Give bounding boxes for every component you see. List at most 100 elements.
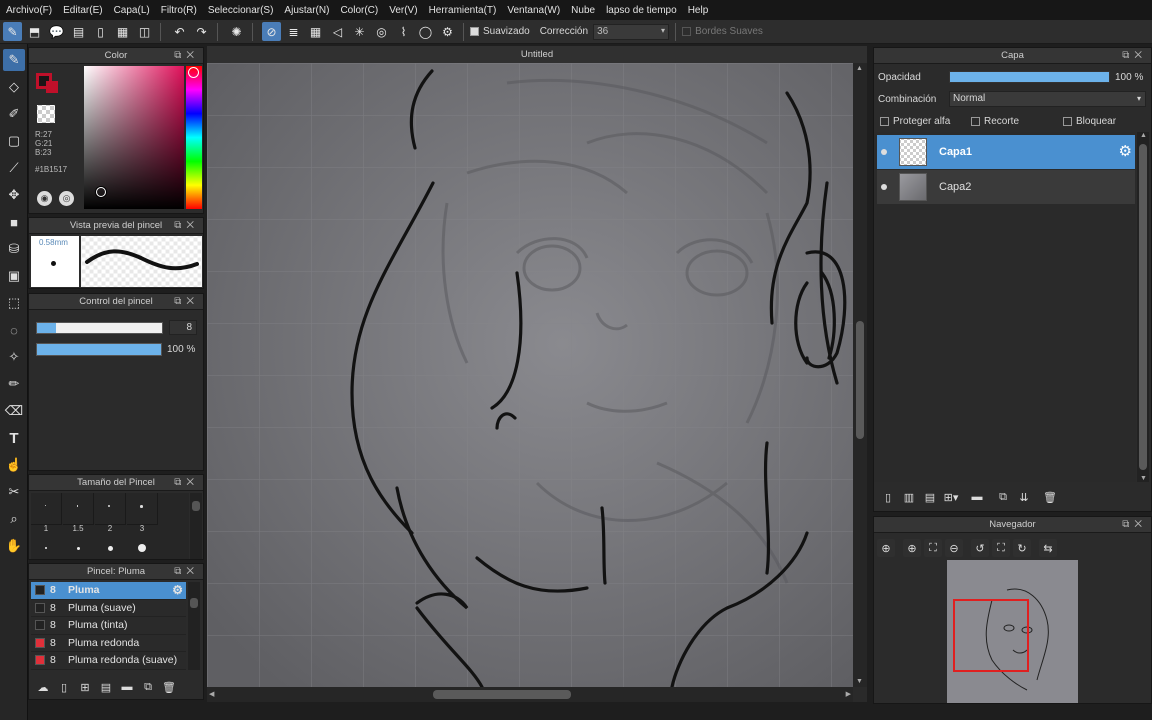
menu-item[interactable]: Filtro(R)	[161, 5, 197, 16]
menu-item[interactable]: Help	[688, 5, 709, 16]
hand-tool-icon[interactable]: ✋	[3, 535, 25, 557]
layer-row-capa2[interactable]: Capa2	[877, 170, 1135, 204]
brush-settings-icon[interactable]: ▤	[97, 678, 115, 696]
brush-list-scroll-thumb[interactable]	[190, 598, 198, 608]
protect-alpha-checkbox[interactable]	[880, 117, 889, 126]
bucket-tool-icon[interactable]: ⛁	[3, 238, 25, 260]
brush-size-cell[interactable]: 1	[31, 493, 62, 533]
edit-line-tool-icon[interactable]: ⟋	[3, 157, 25, 179]
visibility-icon[interactable]	[881, 184, 887, 190]
brush-size-value[interactable]: 8	[169, 320, 197, 335]
flip-horizontal-icon[interactable]: ⇆	[1039, 539, 1057, 557]
perspective-snap-icon[interactable]: ◁	[328, 22, 347, 41]
circle-snap-icon[interactable]: ◯	[416, 22, 435, 41]
correction-select[interactable]: 36 ▾	[593, 23, 670, 40]
menu-item[interactable]: Ver(V)	[389, 5, 417, 16]
pen-mode-icon[interactable]: ✎	[3, 22, 22, 41]
horizontal-scroll-thumb[interactable]	[433, 690, 571, 699]
brush-list-item[interactable]: 8 Pluma (tinta)	[31, 617, 186, 635]
radial-snap-icon[interactable]: ✳	[350, 22, 369, 41]
add-brush-icon[interactable]: ⊞	[76, 678, 94, 696]
blend-mode-select[interactable]: Normal ▾	[949, 91, 1146, 107]
gradient-tool-icon[interactable]: ▣	[3, 265, 25, 287]
soft-edges-checkbox[interactable]	[682, 27, 692, 36]
brush-size-cell[interactable]: 1.5	[63, 493, 94, 533]
duplicate-brush-icon[interactable]: ⧉	[139, 678, 157, 696]
brush-list-item[interactable]: 8 Pluma (suave)	[31, 600, 186, 617]
menu-item[interactable]: Seleccionar(S)	[208, 5, 274, 16]
protect-alpha-option[interactable]: Proteger alfa	[880, 116, 950, 127]
lasso-tool-icon[interactable]: ◌	[3, 319, 25, 341]
background-color-swatch[interactable]	[46, 81, 58, 93]
hue-slider-handle[interactable]	[188, 67, 199, 78]
menu-item[interactable]: Nube	[571, 5, 595, 16]
add-layer-menu-icon[interactable]: ⊞▾	[942, 488, 960, 506]
brush-size-cell[interactable]: 3	[127, 493, 158, 533]
new-layer-icon[interactable]: ▯	[879, 488, 897, 506]
panel-alt-icon[interactable]: ◫	[135, 22, 154, 41]
transparent-color-swatch[interactable]	[37, 105, 55, 123]
clip-checkbox[interactable]	[971, 117, 980, 126]
layer-scroll-thumb[interactable]	[1139, 144, 1147, 470]
hue-slider[interactable]	[186, 66, 202, 209]
fill-mode-icon[interactable]: ⬒	[25, 22, 44, 41]
rectangle-fill-tool-icon[interactable]: ■	[3, 211, 25, 233]
new-1bit-layer-icon[interactable]: ▤	[921, 488, 939, 506]
menu-item[interactable]: Color(C)	[340, 5, 378, 16]
scroll-left-arrow[interactable]: ◀	[209, 690, 214, 698]
sketch-artwork[interactable]	[207, 63, 853, 687]
zoom-in-icon[interactable]: ⊕	[877, 539, 895, 557]
panel-icon[interactable]: ▦	[113, 22, 132, 41]
move-tool-icon[interactable]: ✥	[3, 184, 25, 206]
fit-window-icon[interactable]: ⛶	[924, 539, 942, 557]
operation-tool-icon[interactable]: ☝	[3, 454, 25, 476]
scroll-right-arrow[interactable]: ▶	[846, 690, 851, 698]
divide-tool-icon[interactable]: ✂	[3, 481, 25, 503]
clip-option[interactable]: Recorte	[971, 116, 1019, 127]
scroll-up-arrow[interactable]: ▲	[1140, 132, 1147, 139]
rotate-left-icon[interactable]: ↺	[971, 539, 989, 557]
panel-window-buttons[interactable]: ⧉✕	[174, 477, 199, 488]
new-folder-icon[interactable]: ▬	[968, 488, 986, 506]
zoom-out-icon[interactable]: ⊖	[945, 539, 963, 557]
layer-opacity-slider[interactable]	[949, 71, 1110, 83]
scroll-up-arrow[interactable]: ▲	[856, 65, 863, 72]
brush-size-slider[interactable]	[36, 322, 163, 334]
new-halftone-layer-icon[interactable]: ▥	[900, 488, 918, 506]
merge-down-icon[interactable]: ⇊	[1015, 488, 1033, 506]
snap-settings-icon[interactable]: ⚙	[438, 22, 457, 41]
panel-window-buttons[interactable]: ⧉✕	[174, 220, 199, 231]
text-tool-icon[interactable]: T	[3, 427, 25, 449]
brush-list-item[interactable]: 8 Pluma ⚙	[31, 582, 186, 600]
grid-snap-icon[interactable]: ▦	[306, 22, 325, 41]
brush-opacity-slider[interactable]	[36, 343, 162, 356]
visibility-icon[interactable]	[881, 149, 887, 155]
scroll-down-arrow[interactable]: ▼	[856, 678, 863, 685]
shape-tool-icon[interactable]: ▢	[3, 130, 25, 152]
panel-window-buttons[interactable]: ⧉✕	[174, 296, 199, 307]
rotate-right-icon[interactable]: ↻	[1013, 539, 1031, 557]
brush-size-cell[interactable]	[63, 537, 94, 559]
brush-size-cell[interactable]	[127, 537, 158, 559]
smoothing-checkbox[interactable]	[470, 27, 479, 36]
eraser-tool-icon[interactable]: ◇	[3, 76, 25, 98]
text-box-icon[interactable]: ▤	[69, 22, 88, 41]
duplicate-layer-icon[interactable]: ⧉	[994, 488, 1012, 506]
menu-item[interactable]: Archivo(F)	[6, 5, 52, 16]
brush-size-cell[interactable]: 2	[95, 493, 126, 533]
gear-icon[interactable]: ⚙	[172, 583, 183, 597]
layer-row-capa1[interactable]: Capa1 ⚙	[877, 135, 1135, 169]
blur-tool-icon[interactable]: ✐	[3, 103, 25, 125]
menu-item[interactable]: Capa(L)	[114, 5, 150, 16]
speech-bubble-icon[interactable]: 💬	[47, 22, 66, 41]
menu-item[interactable]: Editar(E)	[63, 5, 102, 16]
redo-icon[interactable]: ↷	[192, 22, 211, 41]
brush-list-item[interactable]: 8 Pluma redonda (suave)	[31, 652, 186, 670]
layer-list-scrollbar[interactable]: ▲ ▼	[1137, 132, 1149, 482]
palette-icon[interactable]: ◉	[37, 191, 52, 206]
brush-size-scroll-thumb[interactable]	[192, 501, 200, 511]
undo-icon[interactable]: ↶	[170, 22, 189, 41]
vertical-scroll-thumb[interactable]	[856, 321, 864, 439]
menu-item[interactable]: Ventana(W)	[507, 5, 560, 16]
cloud-brush-icon[interactable]: ☁	[34, 678, 52, 696]
